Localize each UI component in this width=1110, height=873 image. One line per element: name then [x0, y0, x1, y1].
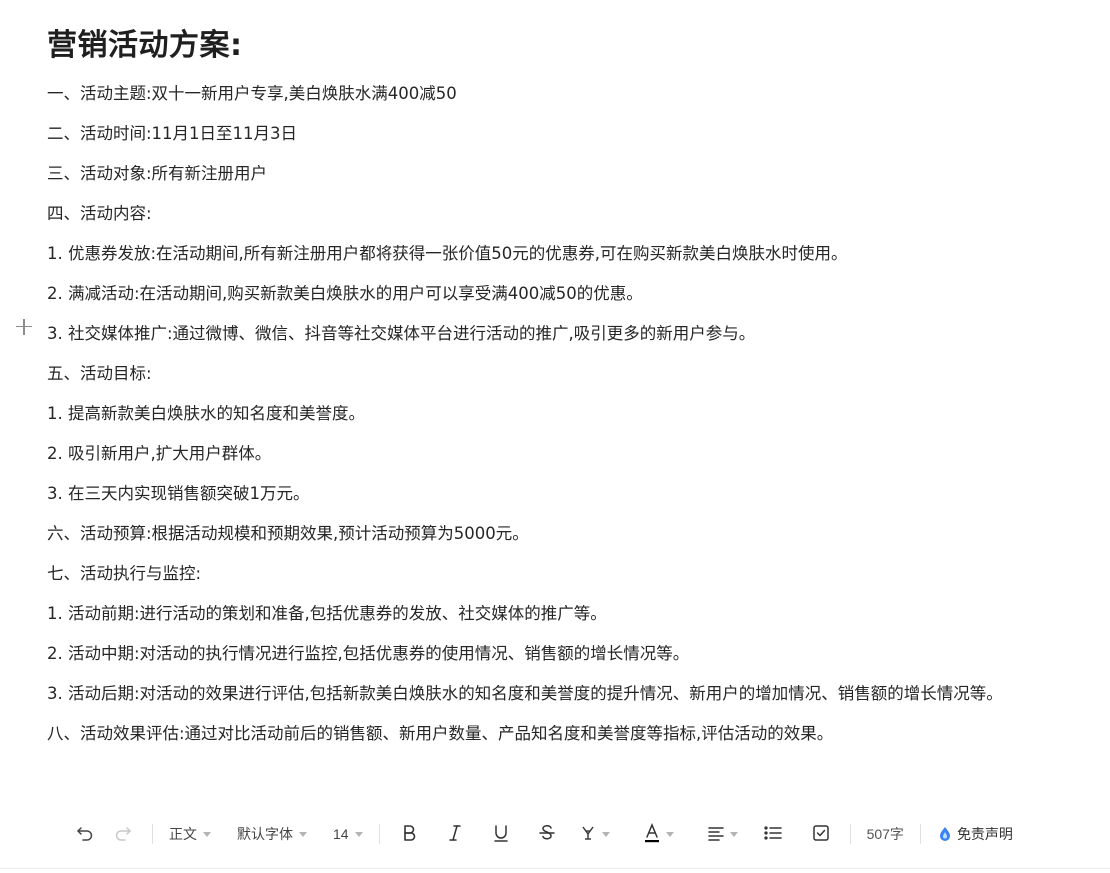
highlight-select[interactable] — [574, 819, 616, 849]
bold-icon — [401, 824, 417, 845]
paragraph[interactable]: 1. 提高新款美白焕肤水的知名度和美誉度。 — [47, 394, 1057, 434]
paragraph[interactable]: 2. 满减活动:在活动期间,购买新款美白焕肤水的用户可以享受满400减50的优惠… — [47, 274, 1057, 314]
paragraph[interactable]: 2. 活动中期:对活动的执行情况进行监控,包括优惠券的使用情况、销售额的增长情况… — [47, 634, 1057, 674]
paragraph[interactable]: 3. 社交媒体推广:通过微博、微信、抖音等社交媒体平台进行活动的推广,吸引更多的… — [47, 314, 1057, 354]
list-icon — [763, 825, 782, 844]
toolbar-divider — [919, 824, 921, 844]
chevron-down-icon — [601, 831, 610, 837]
paragraph[interactable]: 1. 活动前期:进行活动的策划和准备,包括优惠券的发放、社交媒体的推广等。 — [47, 594, 1057, 634]
disclaimer-label: 免责声明 — [956, 826, 1013, 842]
paragraph-style-select[interactable]: 正文 — [163, 819, 217, 849]
font-color-icon — [644, 822, 660, 846]
font-color-select[interactable] — [638, 819, 680, 849]
strikethrough-button[interactable] — [528, 819, 566, 849]
disclaimer-button[interactable]: 免责声明 — [931, 819, 1019, 849]
document-title[interactable]: 营销活动方案: — [47, 24, 1057, 68]
paragraph[interactable]: 3. 在三天内实现销售额突破1万元。 — [47, 474, 1057, 514]
paragraph[interactable]: 七、活动执行与监控: — [47, 554, 1057, 594]
chevron-down-icon — [299, 831, 307, 837]
align-icon — [707, 825, 724, 844]
redo-button[interactable] — [104, 819, 142, 849]
bottom-divider — [0, 868, 1110, 869]
paragraph[interactable]: 六、活动预算:根据活动规模和预期效果,预计活动预算为5000元。 — [47, 514, 1057, 554]
font-family-label: 默认字体 — [237, 826, 293, 842]
strikethrough-icon — [538, 824, 555, 845]
paragraph[interactable]: 五、活动目标: — [47, 354, 1057, 394]
underline-icon — [493, 824, 509, 845]
document-body[interactable]: 营销活动方案: 一、活动主题:双十一新用户专享,美白焕肤水满400减50 二、活… — [47, 24, 1057, 754]
paragraph[interactable]: 二、活动时间:11月1日至11月3日 — [47, 114, 1057, 154]
paragraph[interactable]: 3. 活动后期:对活动的效果进行评估,包括新款美白焕肤水的知名度和美誉度的提升情… — [47, 674, 1057, 714]
list-button[interactable] — [754, 819, 792, 849]
word-count: 507字 — [866, 826, 904, 842]
font-size-select[interactable]: 14 — [327, 819, 369, 849]
italic-icon — [447, 824, 463, 845]
toolbar-divider — [378, 824, 380, 844]
chevron-down-icon — [203, 831, 211, 837]
chevron-down-icon — [354, 831, 363, 837]
chevron-down-icon — [729, 831, 738, 837]
toolbar-divider — [849, 824, 851, 844]
toolbar-divider — [152, 824, 153, 844]
paragraph[interactable]: 八、活动效果评估:通过对比活动前后的销售额、新用户数量、产品知名度和美誉度等指标… — [47, 714, 1057, 754]
align-select[interactable] — [702, 819, 744, 849]
bold-button[interactable] — [390, 819, 428, 849]
checkbox-icon — [812, 824, 829, 844]
paragraph[interactable]: 一、活动主题:双十一新用户专享,美白焕肤水满400减50 — [47, 74, 1057, 114]
italic-button[interactable] — [436, 819, 474, 849]
paragraph[interactable]: 2. 吸引新用户,扩大用户群体。 — [47, 434, 1057, 474]
paragraph-style-label: 正文 — [169, 826, 197, 842]
undo-button[interactable] — [66, 819, 104, 849]
disclaimer-icon — [937, 826, 953, 842]
paragraph[interactable]: 三、活动对象:所有新注册用户 — [47, 154, 1057, 194]
add-block-plus-icon[interactable] — [14, 317, 34, 337]
font-size-label: 14 — [333, 826, 349, 842]
underline-button[interactable] — [482, 819, 520, 849]
paragraph[interactable]: 1. 优惠券发放:在活动期间,所有新注册用户都将获得一张价值50元的优惠券,可在… — [47, 234, 1057, 274]
formatting-toolbar: 正文 默认字体 14 507字 免责声明 — [66, 815, 1019, 853]
chevron-down-icon — [665, 831, 674, 837]
undo-icon — [76, 824, 94, 845]
checkbox-button[interactable] — [802, 819, 840, 849]
paragraph[interactable]: 四、活动内容: — [47, 194, 1057, 234]
font-family-select[interactable]: 默认字体 — [231, 819, 313, 849]
highlight-icon — [580, 824, 596, 845]
redo-icon — [114, 824, 132, 845]
